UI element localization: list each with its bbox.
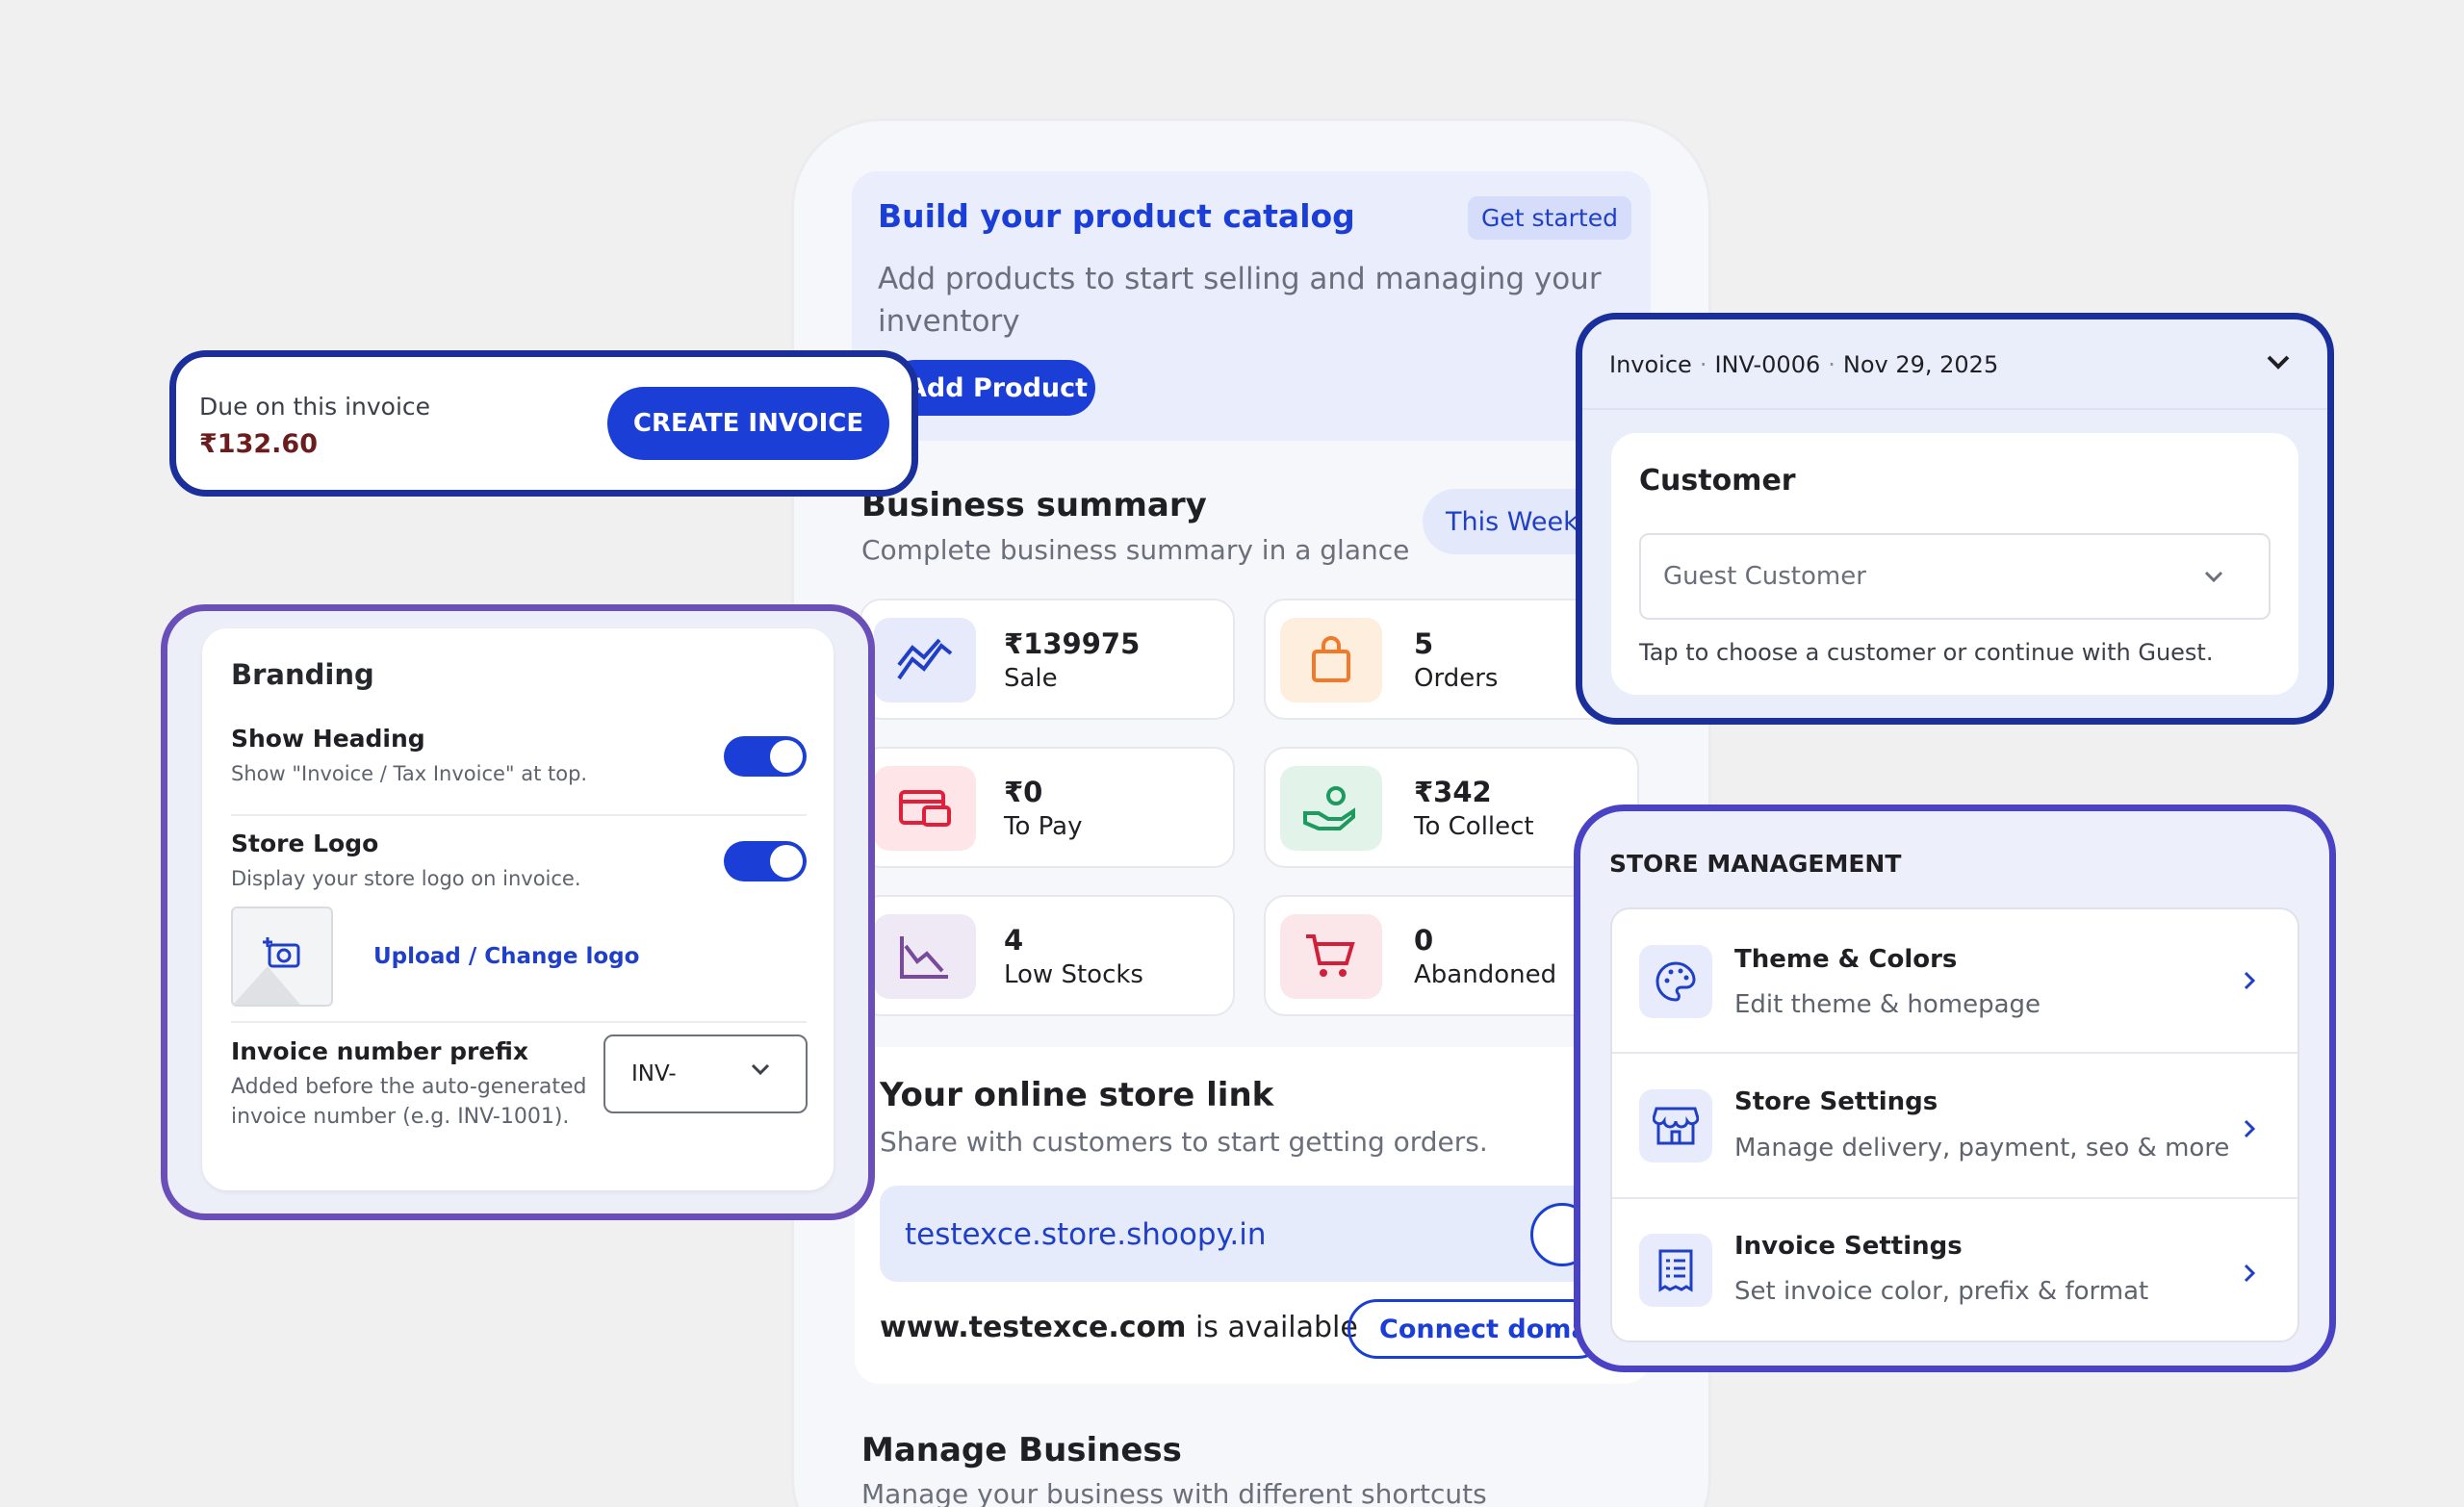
chevron-down-icon[interactable]	[2266, 354, 2291, 375]
store-url[interactable]: testexce.store.shoopy.in	[905, 1217, 1267, 1252]
customer-hint: Tap to choose a customer or continue wit…	[1639, 639, 2214, 666]
invoice-header[interactable]: Invoice · INV-0006 · Nov 29, 2025	[1609, 351, 1998, 378]
trend-icon	[874, 618, 976, 702]
business-summary-subtitle: Complete business summary in a glance	[861, 534, 1410, 566]
store-link-title: Your online store link	[880, 1076, 1274, 1114]
manage-business-title: Manage Business	[861, 1431, 1182, 1469]
theme-colors-title: Theme & Colors	[1734, 945, 1958, 974]
manage-business-subtitle: Manage your business with different shor…	[861, 1478, 1487, 1507]
chevron-right-icon	[2243, 1114, 2256, 1146]
to-collect-value: ₹342	[1414, 776, 1492, 808]
cart-cancel-icon	[1280, 914, 1382, 999]
theme-colors-row[interactable]	[1612, 909, 2297, 1052]
due-label: Due on this invoice	[199, 393, 431, 421]
chevron-right-icon	[2243, 966, 2256, 998]
customer-title: Customer	[1639, 464, 1796, 498]
divider	[231, 814, 807, 816]
store-logo-toggle[interactable]	[724, 841, 807, 881]
low-stocks-value: 4	[1004, 924, 1024, 957]
due-amount: ₹132.60	[199, 429, 318, 459]
store-settings-row[interactable]	[1612, 1054, 2297, 1196]
chevron-down-icon	[751, 1062, 770, 1081]
invoice-settings-row[interactable]	[1612, 1199, 2297, 1340]
customer-value: Guest Customer	[1663, 562, 1866, 591]
invoice-date: Nov 29, 2025	[1842, 351, 1999, 378]
prefix-value: INV-	[631, 1061, 677, 1086]
orders-label: Orders	[1414, 664, 1499, 693]
chevron-right-icon	[2243, 1259, 2256, 1290]
upload-logo-link[interactable]: Upload / Change logo	[373, 944, 639, 969]
divider	[231, 1021, 807, 1023]
catalog-title: Build your product catalog	[878, 197, 1355, 235]
to-pay-value: ₹0	[1004, 776, 1043, 808]
hand-coin-icon	[1280, 766, 1382, 851]
shopping-bag-icon	[1280, 618, 1382, 702]
get-started-button[interactable]: Get started	[1468, 196, 1631, 240]
add-product-button[interactable]: Add Product	[887, 360, 1095, 416]
show-heading-title: Show Heading	[231, 725, 425, 753]
low-stocks-label: Low Stocks	[1004, 960, 1143, 989]
domain-name: www.testexce.com	[880, 1311, 1187, 1344]
chart-decline-icon	[874, 914, 976, 999]
to-collect-label: To Collect	[1414, 812, 1534, 841]
show-heading-toggle[interactable]	[724, 736, 807, 777]
store-logo-subtitle: Display your store logo on invoice.	[231, 867, 581, 890]
prefix-description: Added before the auto-generated invoice …	[231, 1075, 587, 1129]
add-photo-icon	[233, 937, 300, 1005]
orders-value: 5	[1414, 627, 1434, 660]
sale-label: Sale	[1004, 664, 1058, 693]
business-summary-title: Business summary	[861, 486, 1207, 524]
show-heading-subtitle: Show "Invoice / Tax Invoice" at top.	[231, 762, 588, 785]
store-logo-title: Store Logo	[231, 830, 379, 857]
invoice-label: Invoice	[1609, 351, 1692, 378]
theme-colors-subtitle: Edit theme & homepage	[1734, 990, 2041, 1019]
store-settings-title: Store Settings	[1734, 1087, 1938, 1116]
divider	[1582, 408, 2327, 410]
to-pay-label: To Pay	[1004, 812, 1083, 841]
invoice-settings-title: Invoice Settings	[1734, 1232, 1963, 1261]
storefront-icon	[1639, 1089, 1712, 1162]
invoice-number: INV-0006	[1714, 351, 1821, 378]
store-settings-subtitle: Manage delivery, payment, seo & more	[1734, 1134, 2230, 1162]
abandoned-value: 0	[1414, 924, 1434, 957]
sale-value: ₹139975	[1004, 627, 1141, 660]
connect-domain-button[interactable]: Connect domain	[1348, 1299, 1607, 1359]
prefix-title: Invoice number prefix	[231, 1037, 528, 1065]
payment-icon	[874, 766, 976, 851]
available-text: is available	[1194, 1311, 1358, 1344]
receipt-icon	[1639, 1234, 1712, 1307]
palette-icon	[1639, 945, 1712, 1018]
chevron-down-icon	[2204, 570, 2223, 588]
store-link-subtitle: Share with customers to start getting or…	[880, 1126, 1488, 1158]
invoice-settings-subtitle: Set invoice color, prefix & format	[1734, 1277, 2149, 1306]
catalog-description: Add products to start selling and managi…	[878, 262, 1602, 339]
create-invoice-button[interactable]: CREATE INVOICE	[607, 387, 889, 460]
domain-availability: www.testexce.com is available	[880, 1311, 1358, 1344]
branding-title: Branding	[231, 658, 374, 691]
store-management-title: STORE MANAGEMENT	[1609, 850, 1902, 878]
abandoned-label: Abandoned	[1414, 960, 1557, 989]
logo-placeholder[interactable]	[231, 907, 333, 1007]
